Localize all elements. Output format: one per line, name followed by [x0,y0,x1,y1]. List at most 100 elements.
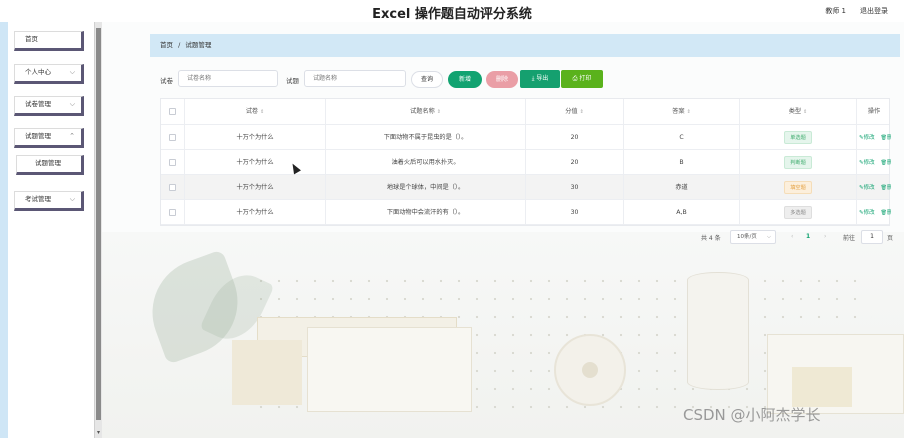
pagination-total: 共 4 条 [701,235,721,242]
cell-paper: 十万个为什么 [185,150,326,174]
sidebar-scrollbar[interactable]: ▾ [94,22,102,438]
export-button[interactable]: ⤓ 导出 [520,70,560,88]
sidebar-item-paper-manage[interactable]: 试卷管理 ⌵ [14,96,84,116]
sidebar-subitem-question-manage[interactable]: 试题管理 [16,155,84,175]
chevron-down-icon: ⌵ [766,234,771,240]
delete-label: 删除 [886,135,891,141]
print-label: 打印 [579,75,592,82]
sort-icon: ⇕ [686,109,691,115]
header-question[interactable]: 试题名称 ⇕ [326,99,526,124]
edit-link[interactable]: ✎修改 [859,210,875,216]
scroll-down-arrow-icon[interactable]: ▾ [95,429,102,436]
table-row: 十万个为什么 下面动物不属于昆虫的是（）。 20 C 单选题 ✎修改 🗑删除 [161,125,891,150]
cell-actions: ✎修改 🗑删除 [857,175,891,199]
cell-type: 多选题 [740,200,857,224]
sort-icon: ⇕ [260,109,265,115]
delete-label: 删除 [886,210,891,216]
page-number-current[interactable]: 1 [806,233,810,240]
add-button[interactable]: 新增 [448,71,482,88]
cell-question: 地球是个球体，中间是（）。 [326,175,526,199]
header-actions: 操作 [867,108,881,115]
paper-name-input[interactable] [178,70,278,87]
chevron-down-icon: ⌵ [69,100,75,108]
row-checkbox[interactable] [169,208,176,216]
logout-link[interactable]: 退出登录 [860,6,888,16]
row-checkbox[interactable] [169,158,176,166]
cylinder-decoration [687,272,749,390]
chevron-up-icon: ⌃ [69,132,75,140]
box-decoration [792,367,852,407]
table-row: 十万个为什么 地球是个球体，中间是（）。 30 赤道 填空题 ✎修改 🗑删除 [161,175,891,200]
cell-question: 下面动物不属于昆虫的是（）。 [326,125,526,149]
search-button[interactable]: 查询 [411,71,443,88]
header-score[interactable]: 分值 ⇕ [526,99,624,124]
cell-actions: ✎修改 🗑删除 [857,150,891,174]
sidebar: 首页 个人中心 ⌵ 试卷管理 ⌵ 试题管理 ⌃ 试题管理 考试管理 ⌵ [8,22,94,438]
sidebar-item-label: 试卷管理 [25,100,51,108]
table-row: 十万个为什么 下面动物中会流汗的有（）。 30 A,B 多选题 ✎修改 🗑删除 [161,200,891,225]
cell-answer: B [624,150,740,174]
header-type[interactable]: 类型 ⇕ [740,99,857,124]
next-page-button[interactable]: › [824,233,826,240]
delete-link[interactable]: 🗑删除 [881,135,891,141]
sidebar-item-home[interactable]: 首页 [14,31,84,51]
delete-button[interactable]: 删除 [486,71,518,88]
main-content: 首页 / 试题管理 试卷 试题 查询 新增 删除 ⤓ 导出 ⎙ 打印 试卷⇕ 试… [102,22,904,438]
search-bar: 试卷 试题 查询 新增 删除 ⤓ 导出 ⎙ 打印 [160,69,860,89]
export-label: 导出 [536,75,549,82]
delete-link[interactable]: 🗑删除 [881,160,891,166]
cell-actions: ✎修改 🗑删除 [857,125,891,149]
row-select-cell [161,175,185,199]
edit-link[interactable]: ✎修改 [859,160,875,166]
cell-paper: 十万个为什么 [185,125,326,149]
scrollbar-thumb[interactable] [96,28,101,420]
page-size-select[interactable]: 10条/页 ⌵ [730,230,776,244]
delete-link[interactable]: 🗑删除 [881,185,891,191]
sort-icon: ⇕ [579,109,584,115]
sidebar-item-exam-manage[interactable]: 考试管理 ⌵ [14,191,84,211]
pagination: 共 4 条 10条/页 ⌵ ‹ 1 › 前往 1 页 [160,230,893,246]
disc-decoration [554,334,626,406]
sidebar-item-profile[interactable]: 个人中心 ⌵ [14,64,84,84]
current-user: 教师 1 [825,7,846,15]
header-paper[interactable]: 试卷 ⇕ [185,99,326,124]
sidebar-item-label: 首页 [25,35,38,43]
row-checkbox[interactable] [169,183,176,191]
question-name-input[interactable] [304,70,406,87]
goto-page-input[interactable]: 1 [861,230,883,244]
cell-answer: A,B [624,200,740,224]
row-checkbox[interactable] [169,133,176,141]
cell-score: 30 [526,175,624,199]
cell-answer: C [624,125,740,149]
header-answer[interactable]: 答案 ⇕ [624,99,740,124]
type-tag: 单选题 [784,130,812,144]
sidebar-item-question-manage[interactable]: 试题管理 ⌃ [14,128,84,148]
breadcrumb-home[interactable]: 首页 [160,41,173,49]
cell-actions: ✎修改 🗑删除 [857,200,891,224]
edit-link[interactable]: ✎修改 [859,185,875,191]
sidebar-item-label: 试题管理 [25,132,51,140]
cell-score: 30 [526,200,624,224]
cell-type: 填空题 [740,175,857,199]
select-all-checkbox[interactable] [169,107,176,115]
delete-link[interactable]: 🗑删除 [881,210,891,216]
cell-paper: 十万个为什么 [185,175,326,199]
table-header-row: 试卷 ⇕ 试题名称 ⇕ 分值 ⇕ 答案 ⇕ 类型 ⇕ 操作 [161,99,889,125]
row-select-cell [161,150,185,174]
watermark: CSDN @小阿杰学长 [683,406,821,424]
cell-paper: 十万个为什么 [185,200,326,224]
left-edge-strip [0,22,8,438]
app-title: Excel 操作题自动评分系统 [372,7,532,22]
download-icon: ⤓ [531,75,535,82]
prev-page-button[interactable]: ‹ [791,233,793,240]
questions-table: 试卷 ⇕ 试题名称 ⇕ 分值 ⇕ 答案 ⇕ 类型 ⇕ 操作 十万个为什么 下面动物不属于昆… [160,98,891,226]
chevron-down-icon: ⌵ [69,195,75,203]
cell-type: 判断题 [740,150,857,174]
breadcrumb-separator: / [178,41,181,49]
edit-link[interactable]: ✎修改 [859,135,875,141]
top-bar: Excel 操作题自动评分系统 教师 1 退出登录 [0,0,904,22]
print-button[interactable]: ⎙ 打印 [561,70,603,88]
type-tag: 多选题 [784,205,812,219]
cell-type: 单选题 [740,125,857,149]
cell-score: 20 [526,125,624,149]
